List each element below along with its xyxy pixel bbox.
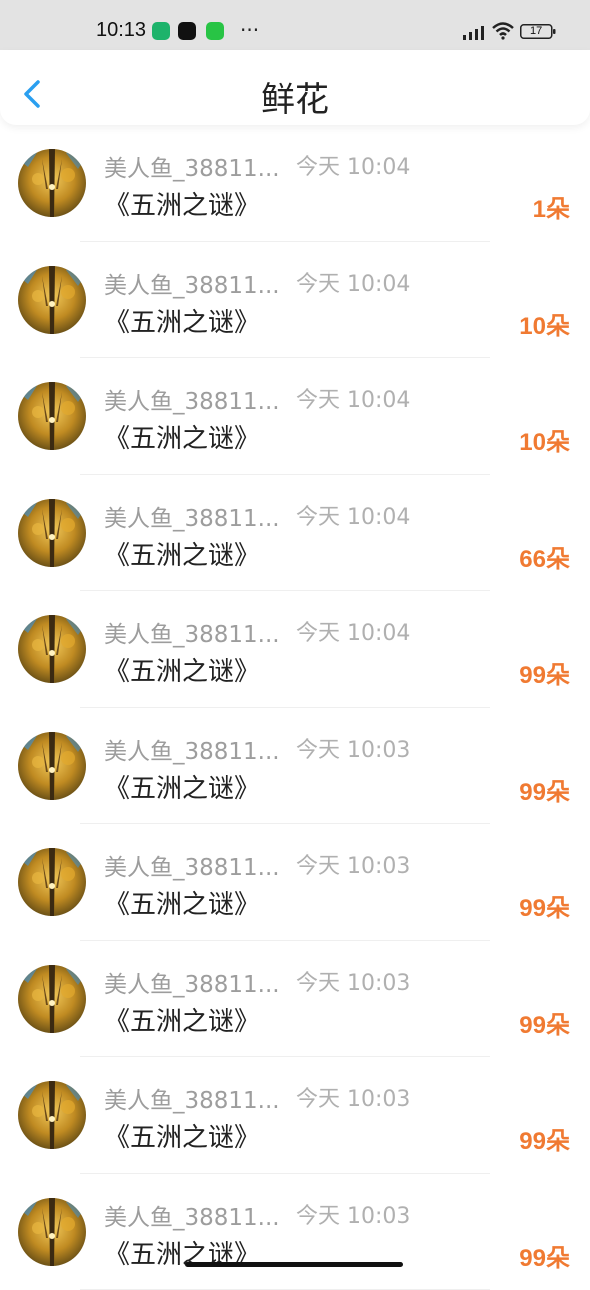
status-time: 10:13 [96, 19, 146, 42]
wifi-icon [492, 22, 514, 40]
user-name: 美人鱼_38811... [104, 149, 280, 183]
header-bar: 鲜花 [0, 50, 590, 125]
flower-count: 1朵 [533, 189, 570, 224]
book-title: 《五洲之谜》 [104, 418, 260, 455]
book-title: 《五洲之谜》 [104, 768, 260, 805]
user-name: 美人鱼_38811... [104, 266, 280, 300]
list-item[interactable]: 美人鱼_38811... 今天 10:03 《五洲之谜》 99朵 [0, 941, 590, 1058]
flower-count: 99朵 [519, 888, 570, 923]
shield-app-icon [152, 22, 170, 40]
flower-count: 99朵 [519, 1121, 570, 1156]
list-item[interactable]: 美人鱼_38811... 今天 10:04 《五洲之谜》 10朵 [0, 358, 590, 475]
user-name: 美人鱼_38811... [104, 965, 280, 999]
avatar[interactable] [18, 1081, 86, 1149]
avatar[interactable] [18, 266, 86, 334]
timestamp: 今天 10:03 [296, 965, 410, 997]
timestamp: 今天 10:03 [296, 848, 410, 880]
avatar[interactable] [18, 848, 86, 916]
avatar[interactable] [18, 382, 86, 450]
avatar[interactable] [18, 965, 86, 1033]
flower-count: 99朵 [519, 655, 570, 690]
page-title: 鲜花 [0, 72, 590, 121]
timestamp: 今天 10:04 [296, 266, 410, 298]
tiktok-app-icon [178, 22, 196, 40]
timestamp: 今天 10:03 [296, 732, 410, 764]
flower-list: 美人鱼_38811...今天 10:04《五洲之谜》1朵美人鱼_38811...… [0, 125, 590, 1290]
avatar[interactable] [18, 499, 86, 567]
battery-level: 17 [530, 25, 542, 37]
list-item[interactable]: 美人鱼_38811... 今天 10:03 《五洲之谜》 99朵 [0, 824, 590, 941]
flower-count: 99朵 [519, 1005, 570, 1040]
user-name: 美人鱼_38811... [104, 1198, 280, 1232]
flower-count: 10朵 [519, 422, 570, 457]
timestamp: 今天 10:04 [296, 615, 410, 647]
list-item[interactable]: 美人鱼_38811...今天 10:03《五洲之谜》99朵 [0, 1174, 590, 1290]
avatar[interactable] [18, 1198, 86, 1266]
flower-count: 10朵 [519, 306, 570, 341]
list-item[interactable]: 美人鱼_38811... 今天 10:04 《五洲之谜》 99朵 [0, 591, 590, 708]
list-item[interactable]: 美人鱼_38811... 今天 10:04 《五洲之谜》 66朵 [0, 475, 590, 592]
list-item[interactable]: 美人鱼_38811... 今天 10:03 《五洲之谜》 99朵 [0, 708, 590, 825]
list-item[interactable]: 美人鱼_38811... 今天 10:04 《五洲之谜》 10朵 [0, 242, 590, 359]
avatar[interactable] [18, 732, 86, 800]
timestamp: 今天 10:04 [296, 499, 410, 531]
book-title: 《五洲之谜》 [104, 185, 260, 222]
user-name: 美人鱼_38811... [104, 848, 280, 882]
book-title: 《五洲之谜》 [104, 1001, 260, 1038]
timestamp: 今天 10:04 [296, 149, 410, 181]
home-indicator[interactable] [185, 1262, 403, 1267]
book-title: 《五洲之谜》 [104, 535, 260, 572]
book-title: 《五洲之谜》 [104, 884, 260, 921]
wechat-app-icon [206, 22, 224, 40]
user-name: 美人鱼_38811... [104, 732, 280, 766]
list-item[interactable]: 美人鱼_38811... 今天 10:03 《五洲之谜》 99朵 [0, 1057, 590, 1174]
more-notifications-icon: ··· [240, 18, 259, 42]
user-name: 美人鱼_38811... [104, 382, 280, 416]
book-title: 《五洲之谜》 [104, 1117, 260, 1154]
timestamp: 今天 10:03 [296, 1198, 410, 1230]
flower-count: 99朵 [519, 772, 570, 807]
book-title: 《五洲之谜》 [104, 651, 260, 688]
list-item[interactable]: 美人鱼_38811... 今天 10:04 《五洲之谜》 1朵 [0, 125, 590, 242]
timestamp: 今天 10:04 [296, 382, 410, 414]
user-name: 美人鱼_38811... [104, 1081, 280, 1115]
user-name: 美人鱼_38811... [104, 615, 280, 649]
flower-count: 99朵 [519, 1238, 570, 1273]
avatar[interactable] [18, 615, 86, 683]
avatar[interactable] [18, 149, 86, 217]
flower-count: 66朵 [519, 539, 570, 574]
timestamp: 今天 10:03 [296, 1081, 410, 1113]
status-bar: 10:13 ··· 17 [0, 0, 590, 50]
user-name: 美人鱼_38811... [104, 499, 280, 533]
book-title: 《五洲之谜》 [104, 302, 260, 339]
signal-icon [462, 26, 486, 40]
